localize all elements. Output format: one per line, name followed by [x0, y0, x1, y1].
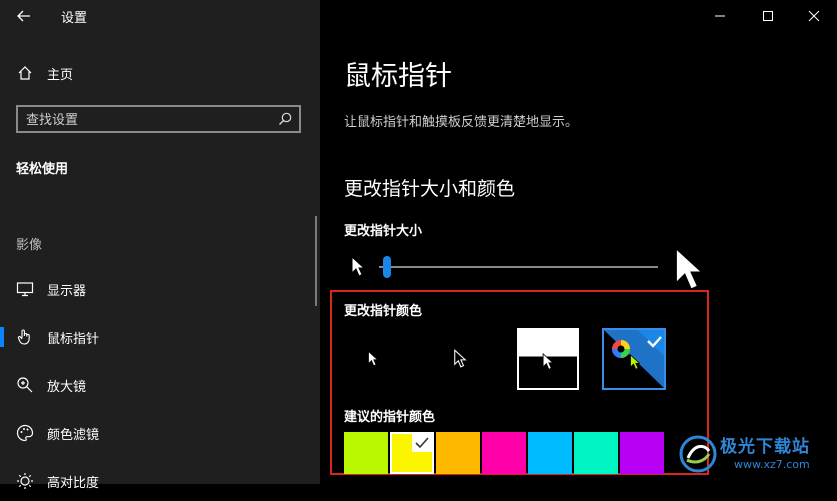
palette-icon	[15, 423, 35, 443]
sidebar-item-label: 显示器	[47, 283, 87, 299]
custom-cursor-icon	[630, 354, 641, 370]
sidebar-item-magnifier[interactable]: 放大镜	[0, 365, 320, 405]
group-heading: 轻松使用	[16, 162, 69, 177]
color-swatch[interactable]	[436, 432, 480, 474]
color-swatch[interactable]	[528, 432, 572, 474]
black-cursor-icon	[454, 349, 467, 368]
back-arrow-icon	[17, 10, 30, 22]
sidebar-item-label: 放大镜	[47, 379, 87, 395]
pointer-size-label: 更改指针大小	[344, 224, 423, 239]
contrast-icon	[15, 471, 35, 491]
sidebar-item-label: 颜色滤镜	[47, 427, 100, 443]
sidebar-item-display[interactable]: 显示器	[0, 269, 320, 309]
pointer-size-slider-thumb[interactable]	[382, 256, 391, 278]
sidebar-scrollbar[interactable]	[315, 216, 317, 306]
window-title: 设置	[61, 11, 88, 26]
search-box	[16, 105, 301, 133]
color-wheel-icon	[612, 340, 630, 358]
watermark-name: 极光下载站	[720, 437, 810, 457]
sidebar-item-home[interactable]: 主页	[0, 53, 320, 93]
minimize-button[interactable]	[697, 0, 743, 32]
inverted-cursor-icon	[542, 352, 554, 370]
pointer-color-label: 更改指针颜色	[344, 304, 423, 319]
magnifier-icon	[15, 375, 35, 395]
monitor-icon	[15, 279, 35, 299]
sidebar-item-label: 高对比度	[47, 475, 100, 491]
color-swatch[interactable]	[482, 432, 526, 474]
close-icon	[808, 10, 820, 22]
section-title: 更改指针大小和颜色	[344, 178, 516, 200]
color-swatch[interactable]	[574, 432, 618, 474]
suggested-colors-label: 建议的指针颜色	[344, 410, 436, 425]
watermark-url: www.xz7.com	[734, 458, 810, 471]
sidebar-item-mouse-pointer[interactable]: 鼠标指针	[0, 317, 320, 357]
watermark: 极光下载站 www.xz7.com	[678, 428, 837, 482]
color-swatch[interactable]	[620, 432, 664, 474]
maximize-button[interactable]	[745, 0, 791, 32]
sidebar-item-label: 主页	[47, 67, 74, 83]
page-description: 让鼠标指针和触摸板反馈更清楚地显示。	[344, 115, 579, 130]
checkmark-icon	[412, 434, 432, 452]
watermark-logo-icon	[679, 435, 717, 473]
maximize-icon	[763, 11, 773, 21]
back-button[interactable]	[10, 4, 38, 28]
pointer-color-option-inverted[interactable]	[517, 328, 579, 390]
pointer-color-option-black[interactable]	[429, 328, 491, 390]
minimize-icon	[715, 15, 725, 17]
page-title: 鼠标指针	[344, 61, 452, 92]
color-swatch[interactable]	[390, 432, 434, 474]
color-swatch[interactable]	[344, 432, 388, 474]
home-icon	[15, 63, 35, 83]
sidebar-item-label: 鼠标指针	[47, 331, 100, 347]
sidebar-item-high-contrast[interactable]: 高对比度	[0, 461, 320, 501]
close-button[interactable]	[791, 0, 837, 32]
pointer-color-option-custom[interactable]	[602, 328, 666, 390]
search-icon[interactable]	[277, 111, 293, 127]
section-heading: 影像	[16, 238, 43, 253]
search-input[interactable]	[26, 111, 266, 129]
pointer-color-option-white[interactable]	[342, 328, 404, 390]
sidebar-item-color-filters[interactable]: 颜色滤镜	[0, 413, 320, 453]
hand-pointer-icon	[15, 327, 35, 347]
white-cursor-icon	[368, 350, 379, 367]
pointer-size-slider[interactable]	[379, 266, 658, 268]
small-cursor-icon	[350, 255, 366, 282]
